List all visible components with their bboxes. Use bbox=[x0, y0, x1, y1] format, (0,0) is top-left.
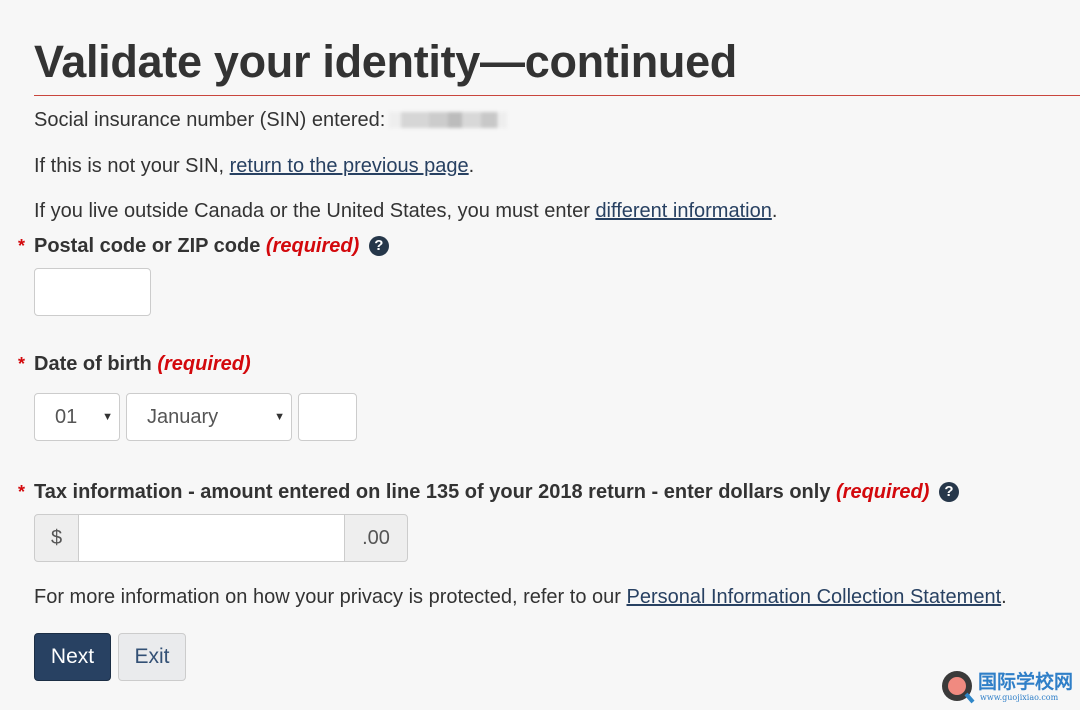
watermark-emblem-icon bbox=[942, 671, 975, 704]
year-input[interactable] bbox=[298, 393, 357, 441]
period: . bbox=[771, 200, 778, 222]
outside-text: If you live outside Canada or the United… bbox=[34, 200, 596, 222]
watermark-logo: 国际学校网 www.guojixiao.com bbox=[940, 667, 1080, 707]
postal-code-input[interactable] bbox=[34, 268, 151, 316]
dob-label-text: Date of birth bbox=[34, 353, 152, 375]
required-star: * bbox=[18, 236, 26, 256]
watermark-name: 国际学校网 bbox=[978, 671, 1074, 693]
previous-page-link[interactable]: return to the previous page bbox=[230, 155, 469, 177]
tax-label: Tax information - amount entered on line… bbox=[34, 480, 959, 504]
privacy-text: For more information on how your privacy… bbox=[34, 586, 627, 608]
help-icon[interactable]: ? bbox=[938, 482, 959, 502]
required-star: * bbox=[18, 482, 26, 502]
day-value: 01 bbox=[55, 406, 78, 428]
dob-label: Date of birth (required) bbox=[34, 352, 251, 376]
month-value: January bbox=[147, 406, 219, 428]
different-information-link[interactable]: different information bbox=[595, 200, 771, 222]
required-tag: (required) bbox=[836, 481, 930, 503]
chevron-down-icon: ▼ bbox=[102, 411, 113, 423]
watermark-url: www.guojixiao.com bbox=[980, 693, 1059, 702]
title-divider bbox=[34, 95, 1080, 96]
postal-label-text: Postal code or ZIP code bbox=[34, 235, 261, 257]
period: . bbox=[1001, 586, 1007, 608]
month-select[interactable]: January ▼ bbox=[126, 393, 292, 441]
help-icon[interactable]: ? bbox=[368, 236, 389, 256]
dollar-addon: $ bbox=[34, 514, 79, 562]
sin-line: Social insurance number (SIN) entered: bbox=[34, 108, 508, 132]
page-title: Validate your identity—continued bbox=[34, 36, 737, 87]
postal-label: Postal code or ZIP code (required) ? bbox=[34, 234, 389, 258]
required-star: * bbox=[18, 354, 26, 374]
not-sin-line: If this is not your SIN, return to the p… bbox=[34, 154, 474, 178]
day-select[interactable]: 01 ▼ bbox=[34, 393, 120, 441]
cents-addon: .00 bbox=[344, 514, 408, 562]
chevron-down-icon: ▼ bbox=[274, 411, 285, 423]
outside-line: If you live outside Canada or the United… bbox=[34, 199, 777, 223]
sin-value-redacted bbox=[389, 112, 508, 128]
privacy-statement-link[interactable]: Personal Information Collection Statemen… bbox=[626, 586, 1001, 608]
period: . bbox=[468, 155, 475, 177]
privacy-line: For more information on how your privacy… bbox=[34, 585, 1007, 609]
sin-label: Social insurance number (SIN) entered: bbox=[34, 109, 386, 131]
tax-label-text: Tax information - amount entered on line… bbox=[34, 481, 831, 503]
required-tag: (required) bbox=[265, 235, 360, 257]
required-tag: (required) bbox=[157, 353, 251, 375]
next-button[interactable]: Next bbox=[34, 633, 111, 681]
exit-button[interactable]: Exit bbox=[118, 633, 186, 681]
tax-amount-input[interactable] bbox=[78, 514, 345, 562]
not-sin-text: If this is not your SIN, bbox=[34, 155, 230, 177]
